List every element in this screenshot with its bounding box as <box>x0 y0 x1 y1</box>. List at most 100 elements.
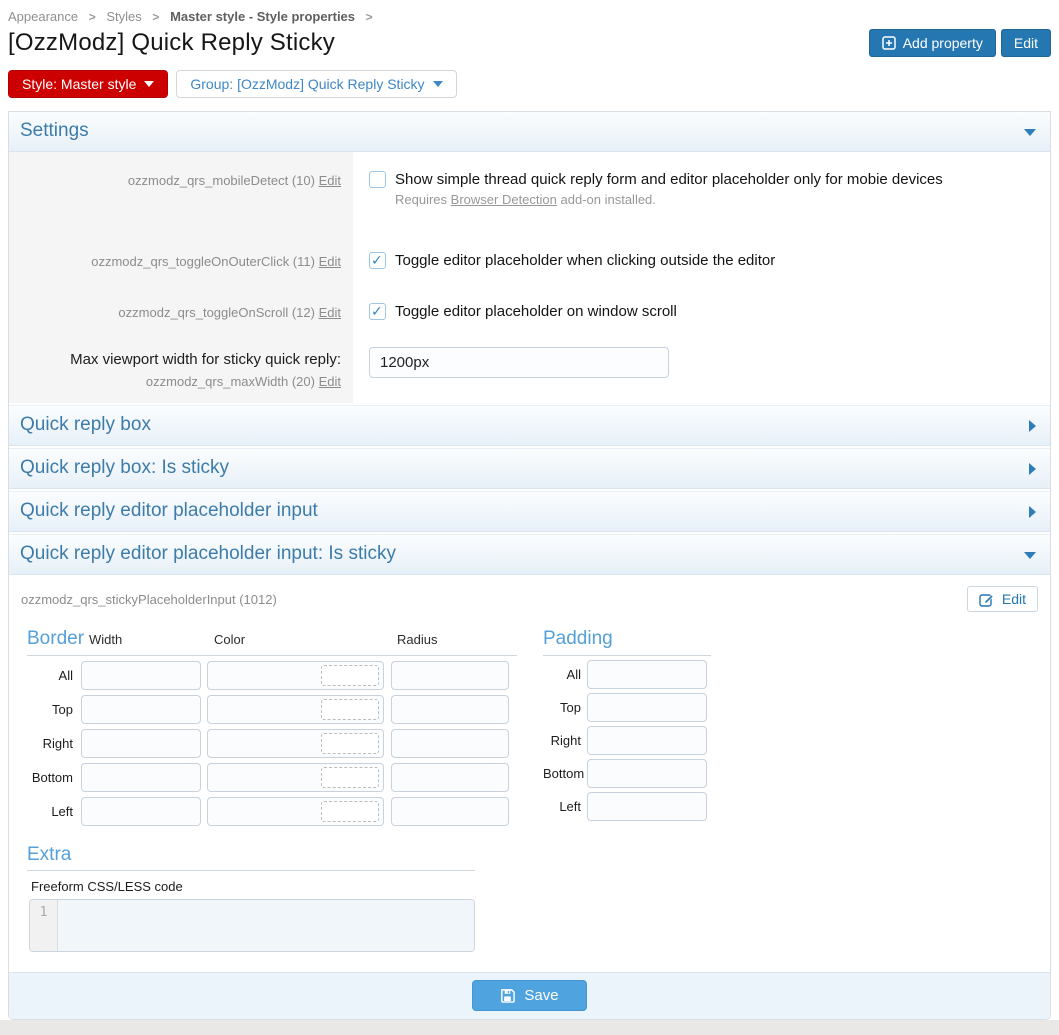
property-key-text: ozzmodz_qrs_toggleOnOuterClick (11) <box>91 254 315 269</box>
border-all-width-input[interactable] <box>81 661 201 690</box>
border-all-radius-input[interactable] <box>391 661 509 690</box>
setting-row-mobile-detect: ozzmodz_qrs_mobileDetect (10) Edit Show … <box>9 152 1050 233</box>
padding-row-right: Right <box>543 726 711 755</box>
section-title: Quick reply editor placeholder input <box>20 500 318 521</box>
border-row-left: Left <box>27 797 517 826</box>
padding-bottom-input[interactable] <box>587 759 707 788</box>
border-top-width-input[interactable] <box>81 695 201 724</box>
border-bottom-radius-input[interactable] <box>391 763 509 792</box>
breadcrumb-separator: > <box>152 10 159 24</box>
edit-button[interactable]: Edit <box>1001 29 1051 57</box>
breadcrumb-separator: > <box>366 10 373 24</box>
section-header-quick-reply-box-sticky[interactable]: Quick reply box: Is sticky <box>9 448 1050 489</box>
title-actions: Add property Edit <box>869 29 1051 57</box>
color-swatch[interactable] <box>321 767 379 788</box>
border-left-width-input[interactable] <box>81 797 201 826</box>
border-row-label: Right <box>27 736 81 751</box>
padding-row-all: All <box>543 660 711 689</box>
padding-top-input[interactable] <box>587 693 707 722</box>
edit-button-label: Edit <box>1014 35 1038 51</box>
page-background-strip <box>0 1020 1059 1035</box>
toggle-on-scroll-checkbox[interactable] <box>369 303 386 320</box>
mobile-detect-checkbox[interactable] <box>369 171 386 188</box>
chevron-right-icon <box>1029 463 1036 475</box>
code-input-area[interactable] <box>58 900 474 951</box>
color-swatch[interactable] <box>321 699 379 720</box>
breadcrumb-styles[interactable]: Styles <box>106 9 141 24</box>
border-bottom-width-input[interactable] <box>81 763 201 792</box>
section-title: Quick reply editor placeholder input: Is… <box>20 543 396 564</box>
border-row-label: All <box>27 668 81 683</box>
border-right-radius-input[interactable] <box>391 729 509 758</box>
padding-left-input[interactable] <box>587 792 707 821</box>
mobile-detect-hint: Requires Browser Detection add-on instal… <box>395 192 1034 207</box>
border-top-radius-input[interactable] <box>391 695 509 724</box>
border-group-title: Border <box>27 628 89 650</box>
add-property-label: Add property <box>903 35 983 51</box>
section-header-placeholder-input-sticky[interactable]: Quick reply editor placeholder input: Is… <box>9 534 1050 575</box>
property-edit-link[interactable]: Edit <box>319 173 341 188</box>
section-header-quick-reply-box[interactable]: Quick reply box <box>9 405 1050 446</box>
section-title: Settings <box>20 120 89 141</box>
breadcrumb-current[interactable]: Master style - Style properties <box>170 9 355 24</box>
sticky-property-key: ozzmodz_qrs_stickyPlaceholderInput (1012… <box>21 592 277 607</box>
property-edit-link[interactable]: Edit <box>319 305 341 320</box>
add-property-button[interactable]: Add property <box>869 29 996 57</box>
section-title: Quick reply box: Is sticky <box>20 457 229 478</box>
color-swatch[interactable] <box>321 665 379 686</box>
padding-row-label: All <box>543 667 587 682</box>
color-swatch[interactable] <box>321 733 379 754</box>
group-selector-button[interactable]: Group: [OzzModz] Quick Reply Sticky <box>176 70 456 98</box>
settings-body: ozzmodz_qrs_mobileDetect (10) Edit Show … <box>9 152 1050 403</box>
padding-group-title: Padding <box>543 628 613 649</box>
toggle-outer-click-checkbox[interactable] <box>369 252 386 269</box>
padding-row-top: Top <box>543 693 711 722</box>
property-edit-link[interactable]: Edit <box>319 254 341 269</box>
sticky-edit-label: Edit <box>1002 591 1026 607</box>
property-edit-link[interactable]: Edit <box>319 374 341 389</box>
border-right-width-input[interactable] <box>81 729 201 758</box>
property-control: Show simple thread quick reply form and … <box>353 152 1050 233</box>
section-header-settings[interactable]: Settings <box>9 112 1050 152</box>
page-title: [OzzModz] Quick Reply Sticky <box>8 29 335 57</box>
sticky-edit-button[interactable]: Edit <box>967 586 1038 612</box>
toggle-outer-click-checkbox-label[interactable]: Toggle editor placeholder when clicking … <box>395 252 775 269</box>
style-properties-panel: Settings ozzmodz_qrs_mobileDetect (10) E… <box>8 111 1051 1020</box>
border-row-label: Bottom <box>27 770 81 785</box>
border-left-radius-input[interactable] <box>391 797 509 826</box>
browser-detection-link[interactable]: Browser Detection <box>451 192 557 207</box>
section-header-placeholder-input[interactable]: Quick reply editor placeholder input <box>9 491 1050 532</box>
style-selector-button[interactable]: Style: Master style <box>8 70 168 98</box>
css-code-editor[interactable]: 1 <box>29 899 475 952</box>
breadcrumb-appearance[interactable]: Appearance <box>8 9 78 24</box>
extra-group: Extra Freeform CSS/LESS code 1 <box>27 844 475 952</box>
mobile-detect-checkbox-label[interactable]: Show simple thread quick reply form and … <box>395 171 943 188</box>
max-width-label: Max viewport width for sticky quick repl… <box>21 349 341 372</box>
border-group: Border Width Color Radius All Top <box>27 628 517 826</box>
padding-row-label: Bottom <box>543 766 587 781</box>
property-key-text: ozzmodz_qrs_mobileDetect (10) <box>128 173 315 188</box>
plus-square-icon <box>882 36 896 50</box>
padding-row-label: Top <box>543 700 587 715</box>
save-button[interactable]: Save <box>472 980 586 1011</box>
property-control: Toggle editor placeholder when clicking … <box>353 233 1050 284</box>
property-key-text: ozzmodz_qrs_maxWidth (20) <box>146 374 315 389</box>
border-row-right: Right <box>27 729 517 758</box>
border-column-radius: Radius <box>397 632 437 647</box>
toggle-on-scroll-checkbox-label[interactable]: Toggle editor placeholder on window scro… <box>395 303 677 320</box>
border-row-bottom: Bottom <box>27 763 517 792</box>
max-width-input[interactable] <box>369 347 669 378</box>
property-key: ozzmodz_qrs_toggleOnOuterClick (11) Edit <box>9 233 353 284</box>
pencil-square-icon <box>979 591 995 607</box>
padding-row-left: Left <box>543 792 711 821</box>
color-swatch[interactable] <box>321 801 379 822</box>
padding-row-label: Left <box>543 799 587 814</box>
padding-all-input[interactable] <box>587 660 707 689</box>
border-row-top: Top <box>27 695 517 724</box>
chevron-right-icon <box>1029 506 1036 518</box>
breadcrumb: Appearance > Styles > Master style - Sty… <box>8 0 1051 24</box>
save-floppy-icon <box>500 988 515 1003</box>
property-key: ozzmodz_qrs_toggleOnScroll (12) Edit <box>9 284 353 335</box>
padding-right-input[interactable] <box>587 726 707 755</box>
chevron-down-icon <box>1024 129 1036 136</box>
